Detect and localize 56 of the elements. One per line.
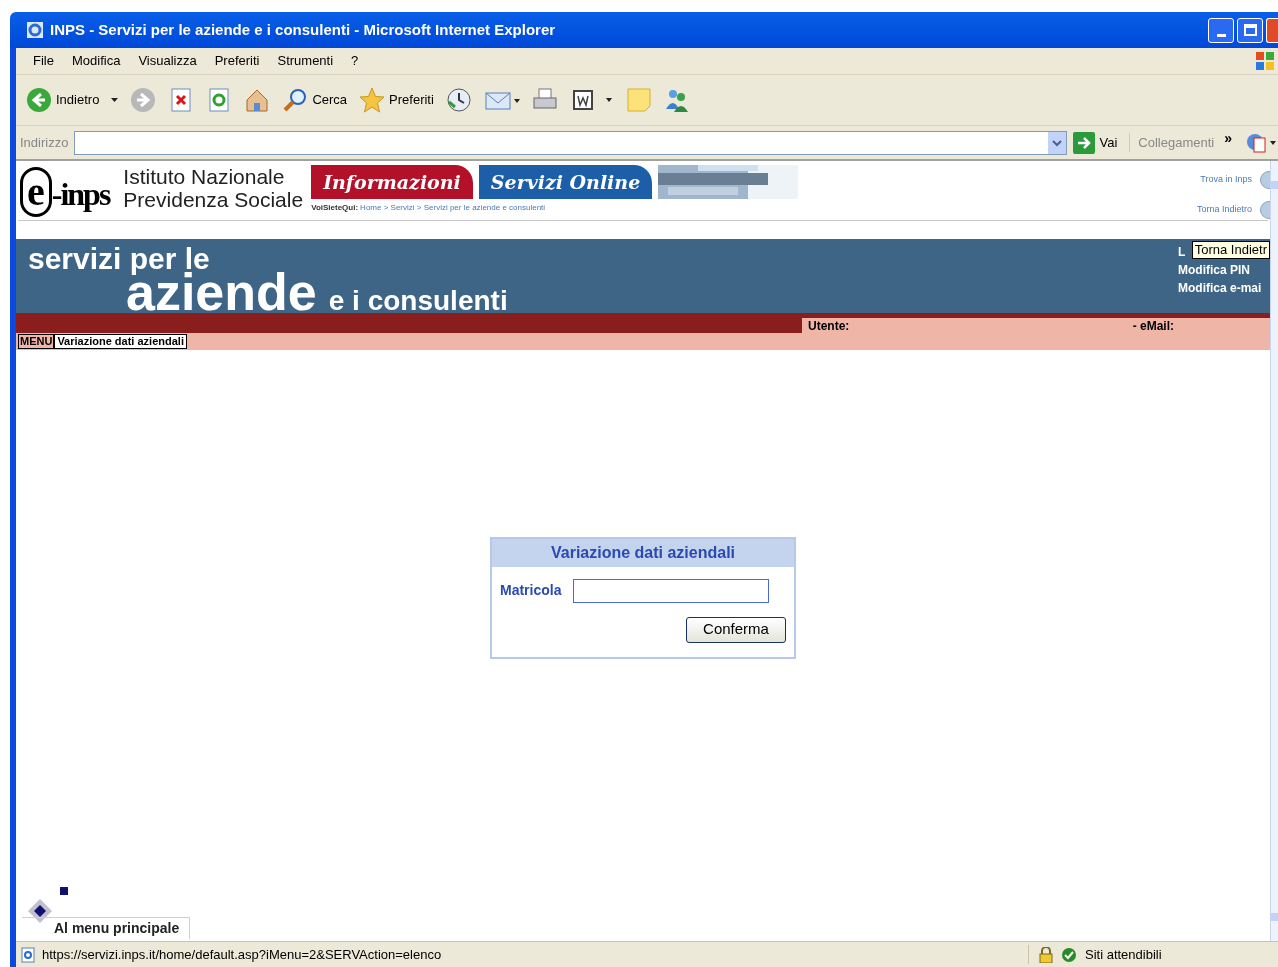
menu-item[interactable]: Visualizza <box>129 51 206 71</box>
user-link[interactable]: Modifica PIN <box>1178 261 1250 279</box>
check-icon <box>1061 946 1077 963</box>
padlock-icon <box>1039 946 1053 963</box>
people-icon <box>663 87 690 113</box>
clock-icon <box>445 87 472 113</box>
organization-name: Istituto Nazionale <box>123 165 286 188</box>
security-zone: Siti attendibili <box>1085 945 1162 964</box>
user-link[interactable]: L <box>1178 243 1186 261</box>
status-url: https://servizi.inps.it/home/default.asp?iMenu=2&SERVAction=elenco <box>42 945 442 964</box>
star-icon <box>359 87 386 113</box>
menu-label[interactable]: MENU <box>18 334 55 349</box>
page-icon <box>20 946 36 963</box>
search-icon <box>282 87 309 113</box>
confirm-button[interactable]: Conferma <box>686 616 786 643</box>
header-link[interactable]: Torna Indietro <box>1196 203 1252 217</box>
maximize-button[interactable] <box>1237 17 1263 43</box>
address-field[interactable] <box>74 130 1067 155</box>
field-label: Matricola <box>500 581 562 600</box>
windows-logo-icon <box>1254 50 1276 72</box>
matricola-input[interactable] <box>573 578 770 603</box>
user-link[interactable]: Modifica e-mai <box>1178 279 1262 297</box>
organization-name: Previdenza Sociale <box>123 188 304 211</box>
user-label: Utente: <box>808 317 850 335</box>
menu-item[interactable]: Preferiti <box>205 51 269 71</box>
form-title: Variazione dati aziendali <box>492 538 794 567</box>
breadcrumb-label: VoiSieteQui: <box>311 202 359 214</box>
house-icon <box>244 87 271 113</box>
pdf-icon <box>1246 131 1278 154</box>
banner-subtitle: e i consulenti <box>328 284 508 318</box>
back-button[interactable]: Indietro <box>24 87 121 113</box>
chevron[interactable]: » <box>1224 128 1232 149</box>
browser-icon <box>26 21 44 39</box>
sticky-note-icon <box>625 87 652 113</box>
logo-text: -inps <box>51 175 110 214</box>
go-button[interactable]: Vai <box>1072 131 1118 154</box>
menu-item[interactable]: ? <box>342 51 368 71</box>
header-link[interactable]: Trova in Inps <box>1200 173 1252 187</box>
site-tab[interactable]: Servizi Online <box>478 165 653 199</box>
site-tab[interactable]: Informazioni <box>311 165 473 199</box>
current-page-label: Variazione dati aziendali <box>54 334 187 349</box>
tooltip: Torna Indietr <box>1191 241 1270 259</box>
toolbar-button[interactable]: Preferiti <box>357 87 436 113</box>
address-label: Indirizzo <box>20 133 69 152</box>
close-button[interactable] <box>1266 17 1278 43</box>
dropdown-caret-icon <box>111 98 119 102</box>
email-label: - eMail: <box>1132 317 1174 335</box>
logo-mark: e <box>20 167 52 217</box>
menu-item[interactable]: Modifica <box>62 51 130 71</box>
window-title: INPS - Servizi per le aziende e i consulenti - Microsoft Internet Explorer <box>50 19 556 40</box>
main-menu-link[interactable]: Al menu principale <box>22 917 191 939</box>
minimize-button[interactable] <box>1208 17 1234 43</box>
toolbar-button[interactable]: Cerca <box>280 87 350 113</box>
breadcrumb: Home > Servizi > Servizi per le aziende e consulenti <box>360 202 546 214</box>
menu-item[interactable]: File <box>24 51 63 71</box>
menu-item[interactable]: Strumenti <box>268 51 343 71</box>
